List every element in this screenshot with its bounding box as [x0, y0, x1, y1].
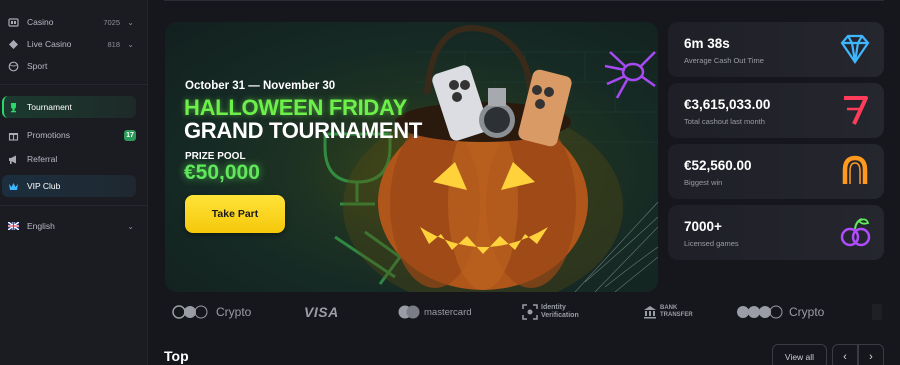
carousel-prev-button[interactable]: ‹ — [832, 344, 858, 365]
section-title: Top — [164, 348, 189, 364]
promotions-count-badge: 17 — [124, 129, 136, 141]
stat-label: Total cashout last month — [684, 117, 765, 126]
live-casino-count: 818 — [107, 39, 120, 49]
carousel-scrollbar[interactable] — [872, 304, 882, 320]
bank-transfer-label: BANK TRANSFER — [660, 305, 693, 318]
horseshoe-icon — [842, 155, 868, 184]
stat-value: €3,615,033.00 — [684, 97, 771, 112]
casino-icon — [8, 17, 19, 28]
sidebar-item-label: Promotions — [27, 130, 70, 140]
mastercard-circles-icon — [398, 305, 420, 319]
stat-value: 6m 38s — [684, 36, 730, 51]
sidebar-item-label: Casino — [27, 17, 54, 27]
sidebar-divider — [0, 84, 148, 85]
chevron-down-icon[interactable]: ⌄ — [127, 222, 134, 231]
payment-crypto-2: Crypto — [736, 302, 824, 322]
sidebar-item-referral[interactable]: Referral — [0, 148, 144, 170]
stat-label: Biggest win — [684, 178, 723, 187]
stat-card-cashout-time: 6m 38s Average Cash Out Time — [668, 22, 884, 77]
sidebar-item-promotions[interactable]: Promotions 17 — [0, 124, 144, 146]
payment-bank-transfer: BANK TRANSFER — [643, 302, 694, 322]
crown-icon — [8, 181, 19, 192]
stat-card-licensed-games: 7000+ Licensed games — [668, 205, 884, 260]
seven-icon — [844, 96, 868, 125]
payment-visa: VISA — [304, 302, 339, 322]
sidebar-item-label: Referral — [27, 154, 58, 164]
sidebar-item-tournament[interactable]: Tournament — [0, 96, 144, 118]
stat-label: Average Cash Out Time — [684, 56, 764, 65]
payment-identity: Identity Verification — [522, 302, 585, 322]
crypto-label: Crypto — [789, 305, 825, 319]
stat-card-total-cashout: €3,615,033.00 Total cashout last month — [668, 83, 884, 138]
payment-mastercard: mastercard — [398, 302, 472, 322]
chevron-down-icon[interactable]: ⌄ — [127, 18, 134, 27]
carousel-next-button[interactable]: › — [858, 344, 884, 365]
language-label: English — [27, 221, 55, 231]
mastercard-label: mastercard — [424, 306, 472, 318]
gift-icon — [8, 130, 19, 141]
diamond-icon — [840, 34, 870, 64]
take-part-button[interactable]: Take Part — [185, 195, 285, 233]
sidebar-item-label: VIP Club — [27, 181, 61, 191]
chevron-left-icon: ‹ — [843, 350, 847, 363]
promo-banner[interactable]: October 31 — November 30 HALLOWEEN FRIDA… — [165, 22, 658, 292]
language-selector[interactable]: English ⌄ — [0, 215, 144, 237]
id-scan-icon — [522, 304, 538, 320]
casino-count: 7025 — [103, 17, 120, 27]
crypto-coins-icon — [172, 305, 208, 319]
sidebar-item-vip-club[interactable]: VIP Club — [0, 175, 144, 197]
trophy-icon — [8, 102, 19, 113]
sidebar-item-label: Sport — [27, 61, 48, 71]
chevron-down-icon[interactable]: ⌄ — [127, 40, 134, 49]
crypto-label: Crypto — [216, 305, 252, 319]
casino-page: Casino 7025 ⌄ Live Casino 818 ⌄ Sport To… — [0, 0, 900, 365]
prize-pool-amount: €50,000 — [184, 161, 260, 184]
identity-verification-label: Identity Verification — [541, 304, 579, 319]
sidebar-item-label: Tournament — [27, 102, 72, 112]
sidebar-item-casino[interactable]: Casino 7025 ⌄ — [0, 11, 144, 33]
sidebar: Casino 7025 ⌄ Live Casino 818 ⌄ Sport To… — [0, 0, 148, 365]
banner-title-line-2: GRAND TOURNAMENT — [184, 118, 423, 143]
sidebar-item-sport[interactable]: Sport — [0, 55, 144, 77]
bank-icon — [644, 306, 656, 319]
uk-flag-icon — [8, 221, 19, 232]
megaphone-icon — [8, 154, 19, 165]
visa-logo: VISA — [304, 304, 339, 320]
chevron-right-icon: › — [869, 350, 873, 363]
stat-value: 7000+ — [684, 219, 722, 234]
sport-ball-icon — [8, 61, 19, 72]
view-all-button[interactable]: View all — [772, 344, 827, 365]
stat-card-biggest-win: €52,560.00 Biggest win — [668, 144, 884, 199]
sidebar-divider — [0, 205, 148, 206]
crypto-coins-icon — [737, 305, 783, 319]
tournament-dates: October 31 — November 30 — [185, 80, 336, 92]
plum-icon — [840, 218, 871, 247]
payment-crypto-1: Crypto — [172, 302, 251, 322]
sidebar-item-label: Live Casino — [27, 39, 72, 49]
live-casino-icon — [8, 39, 19, 50]
stat-value: €52,560.00 — [684, 158, 752, 173]
header-divider — [164, 0, 884, 1]
stat-label: Licensed games — [684, 239, 739, 248]
sidebar-item-live-casino[interactable]: Live Casino 818 ⌄ — [0, 33, 144, 55]
